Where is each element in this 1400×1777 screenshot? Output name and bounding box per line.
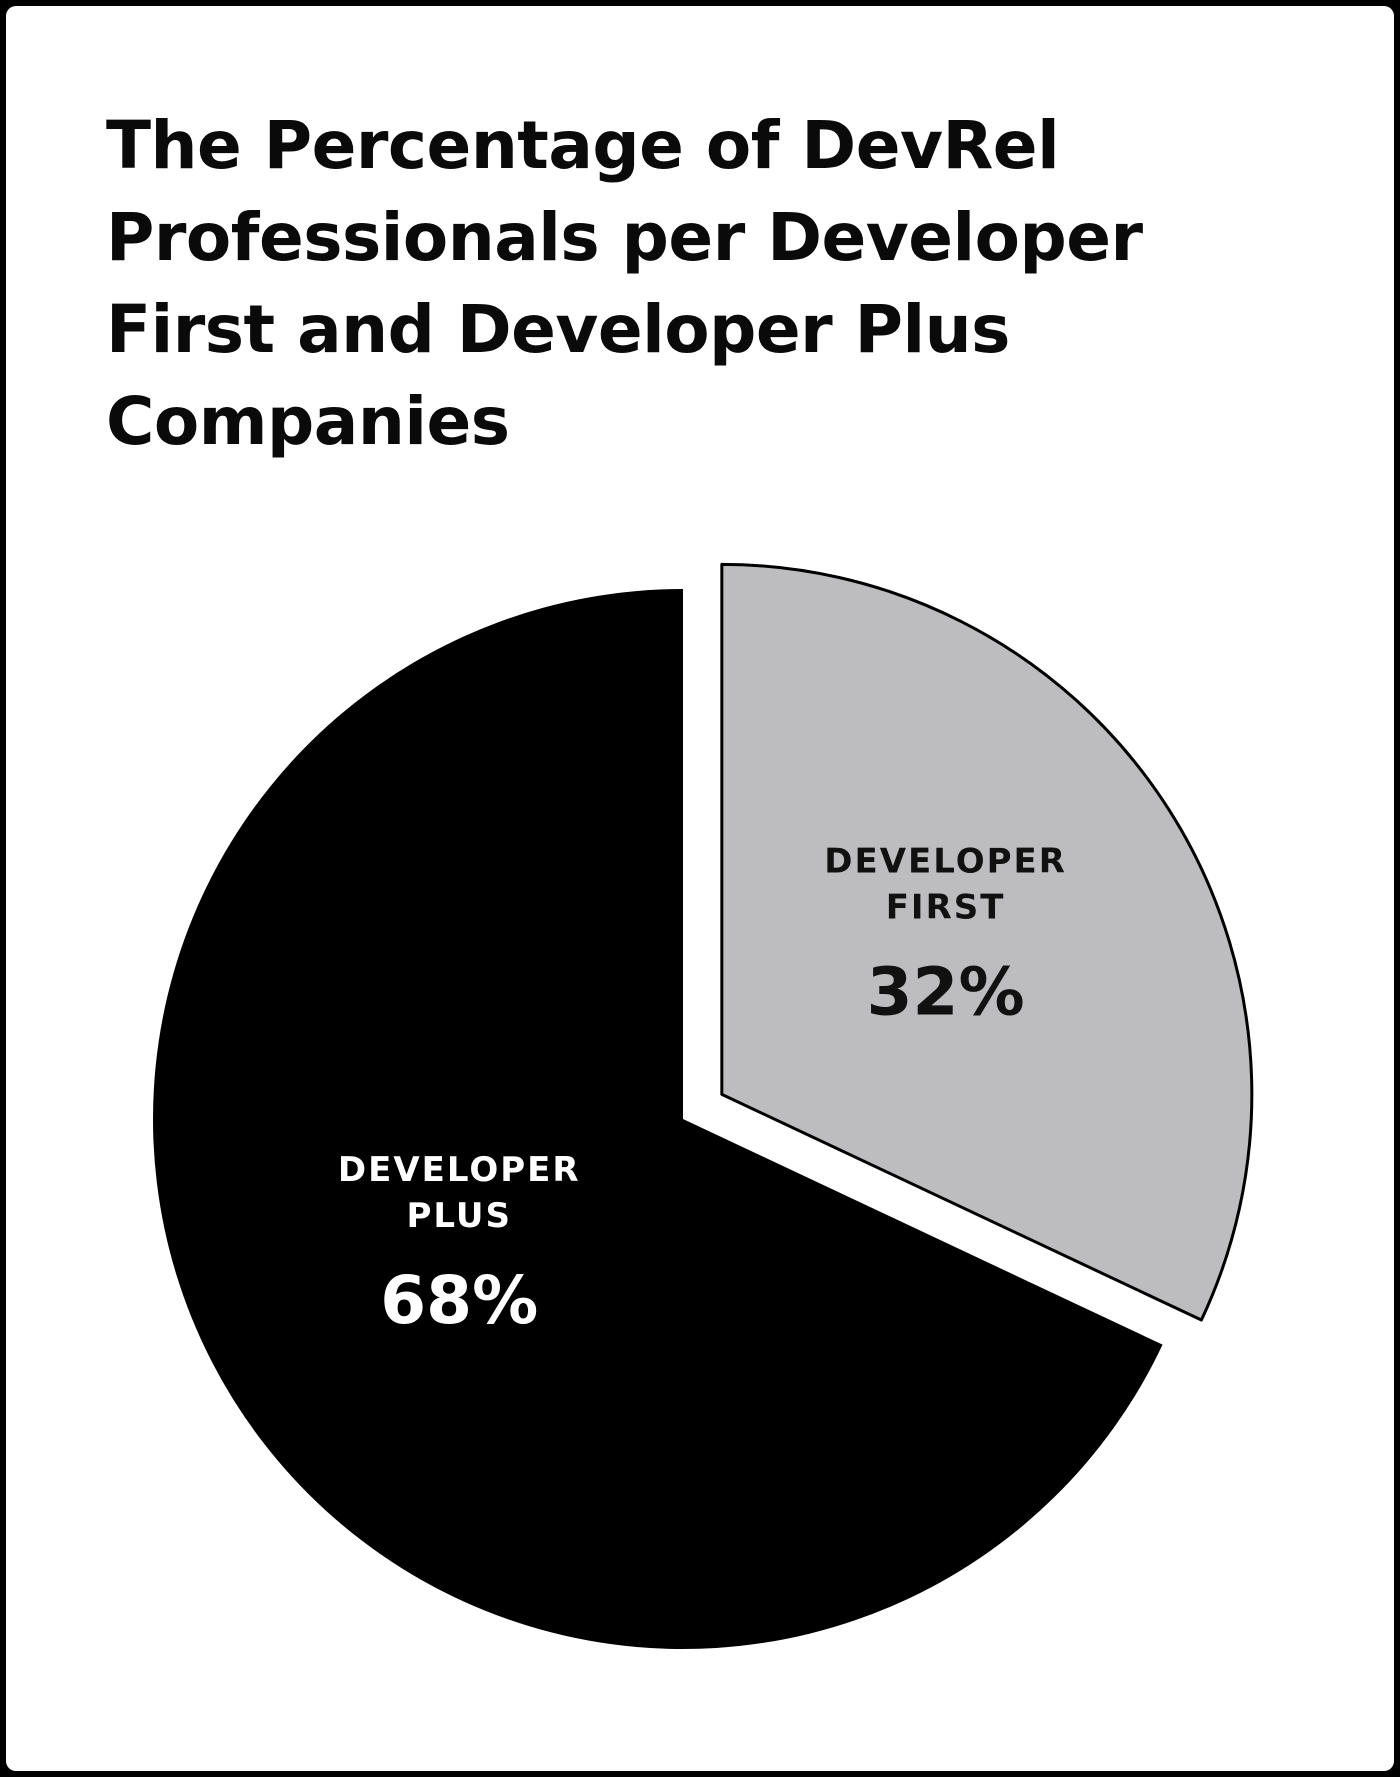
slice-label: FIRST — [886, 887, 1006, 927]
slice-value-label: 32% — [867, 953, 1025, 1030]
slice-label: DEVELOPER — [338, 1150, 581, 1190]
slice-label: PLUS — [407, 1196, 512, 1236]
pie-chart: DEVELOPER FIRST 32% DEVELOPER PLUS 68% — [152, 562, 1254, 1649]
slice-value-label: 68% — [380, 1262, 538, 1339]
slice-label: DEVELOPER — [824, 841, 1067, 881]
